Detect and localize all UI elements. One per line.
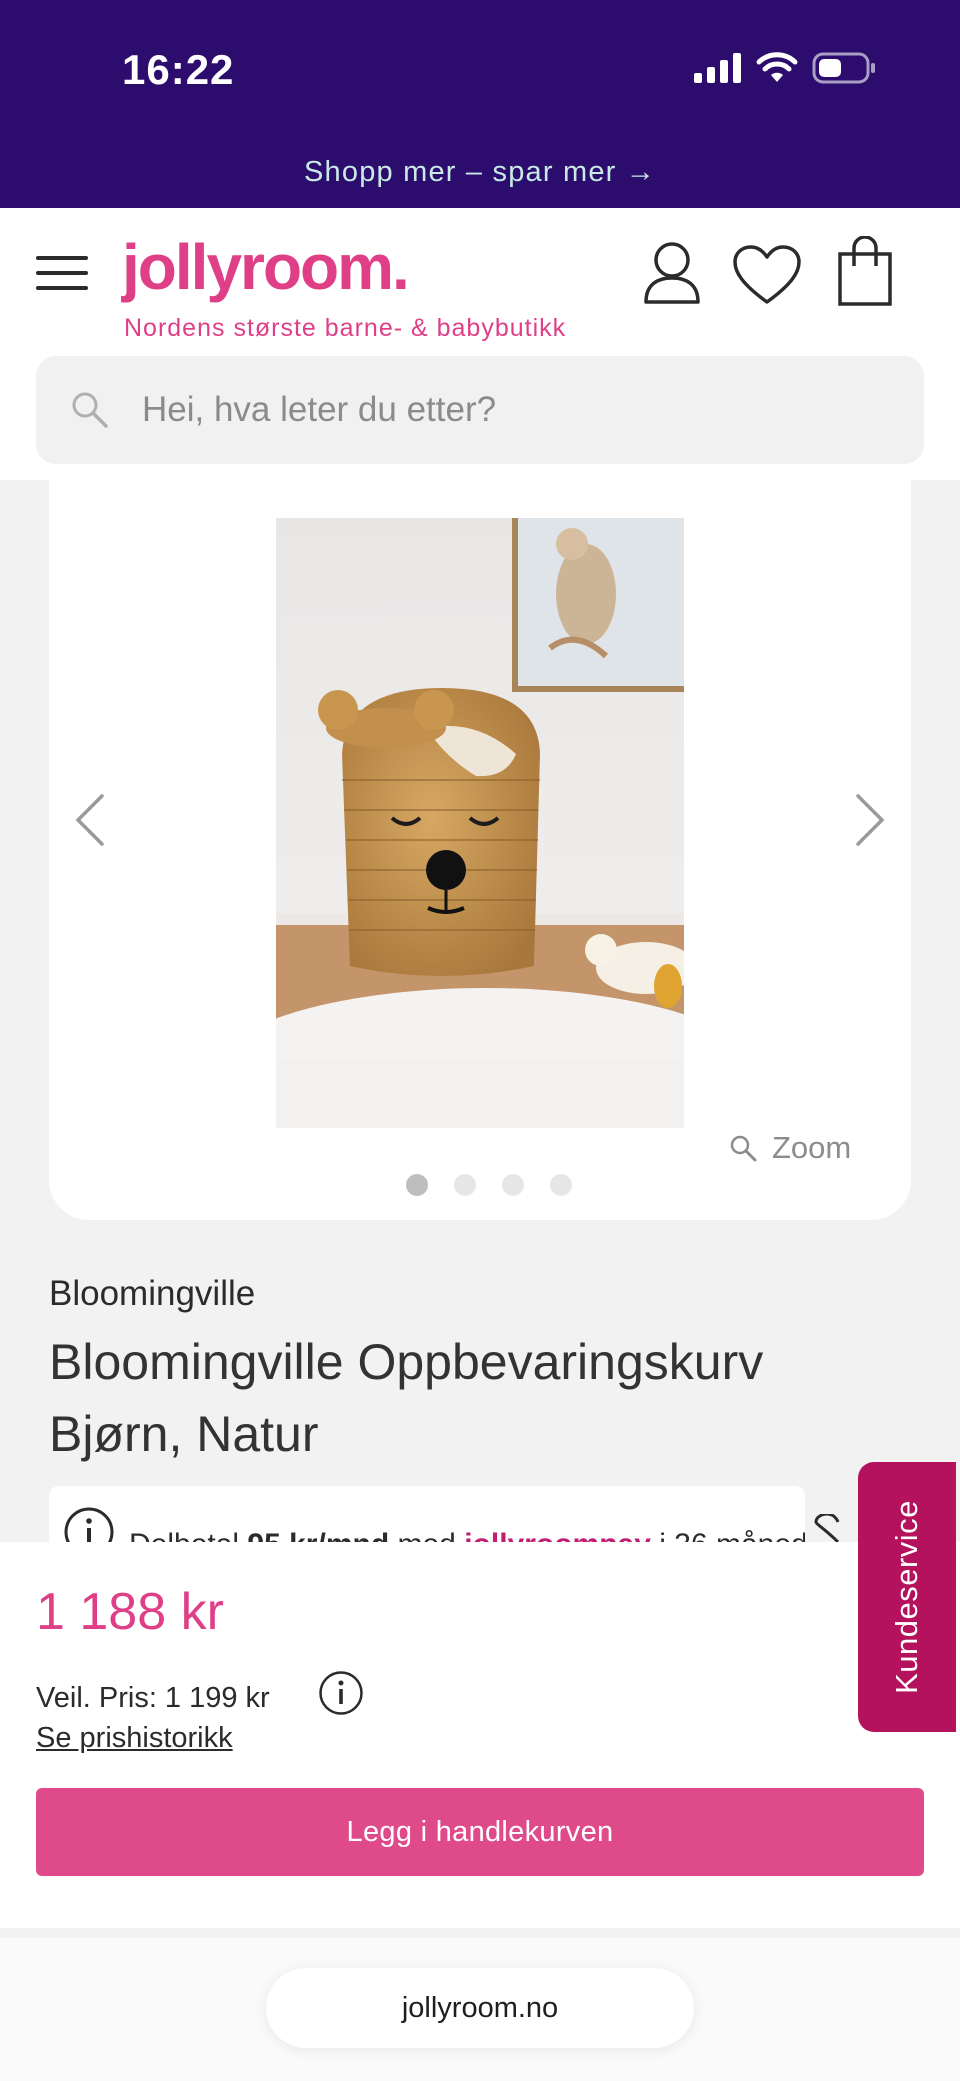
gallery-dot[interactable] <box>550 1174 572 1196</box>
customer-service-tab[interactable]: Kundeservice <box>858 1462 956 1732</box>
url-bar[interactable]: jollyroom.no <box>266 1968 694 2048</box>
customer-service-label: Kundeservice <box>889 1500 924 1694</box>
wifi-icon <box>756 52 798 82</box>
product-title: Bloomingville Oppbevaringskurv Bjørn, Na… <box>49 1334 764 1462</box>
menu-icon[interactable] <box>36 256 88 296</box>
product-brand[interactable]: Bloomingville <box>49 1274 255 1314</box>
wishlist-heart-icon[interactable] <box>812 1514 862 1542</box>
top-banner: 16:22 Shopp mer – spar mer → <box>0 0 960 208</box>
cellular-signal-icon <box>694 53 741 83</box>
heart-icon[interactable] <box>732 244 802 306</box>
gallery-dot[interactable] <box>502 1174 524 1196</box>
product-price: 1 188 kr <box>36 1583 224 1641</box>
logo[interactable]: jollyroom. <box>122 230 410 304</box>
search-icon <box>72 392 108 428</box>
zoom-icon <box>730 1135 757 1162</box>
installment-prefix: Delbetal <box>129 1528 239 1542</box>
price-history-link[interactable]: Se prishistorikk <box>36 1722 233 1755</box>
installment-banner[interactable]: Delbetal 95 kr/mnd med jollyroompay i 36… <box>49 1486 805 1542</box>
status-time: 16:22 <box>122 46 235 93</box>
status-icons <box>694 52 876 84</box>
promo-banner[interactable]: Shopp mer – spar mer → <box>0 156 960 189</box>
browser-bar: jollyroom.no <box>0 1938 960 2081</box>
installment-middle: med <box>398 1528 456 1542</box>
product-image[interactable] <box>276 518 684 1128</box>
tagline: Nordens største barne- & babybutikk <box>124 314 567 342</box>
add-to-cart-button[interactable]: Legg i handlekurven <box>36 1788 924 1876</box>
site-header: jollyroom. Nordens største barne- & baby… <box>0 208 960 480</box>
purchase-panel: 1 188 kr Veil. Pris: 1 199 kr Se prishis… <box>0 1542 960 1928</box>
gallery-dot[interactable] <box>454 1174 476 1196</box>
shopping-bag-icon[interactable] <box>836 236 894 308</box>
zoom-label: Zoom <box>772 1130 852 1165</box>
installment-amount: 95 kr/mnd <box>247 1528 389 1542</box>
price-info-icon[interactable] <box>318 1670 364 1716</box>
installment-suffix: i 36 måneder <box>659 1528 805 1542</box>
zoom-button[interactable]: Zoom <box>728 1130 851 1166</box>
search-bar[interactable] <box>36 356 924 464</box>
previous-image-arrow[interactable] <box>70 790 110 850</box>
search-input[interactable] <box>142 356 902 464</box>
recommended-price: Veil. Pris: 1 199 kr <box>36 1682 270 1714</box>
jollyroompay-logo: jollyroompay <box>464 1528 651 1542</box>
gallery-pagination <box>406 1174 572 1196</box>
gallery-dot[interactable] <box>406 1174 428 1196</box>
battery-icon <box>812 52 875 84</box>
info-icon <box>64 1507 114 1542</box>
next-image-arrow[interactable] <box>850 790 890 850</box>
user-icon[interactable] <box>642 240 702 304</box>
